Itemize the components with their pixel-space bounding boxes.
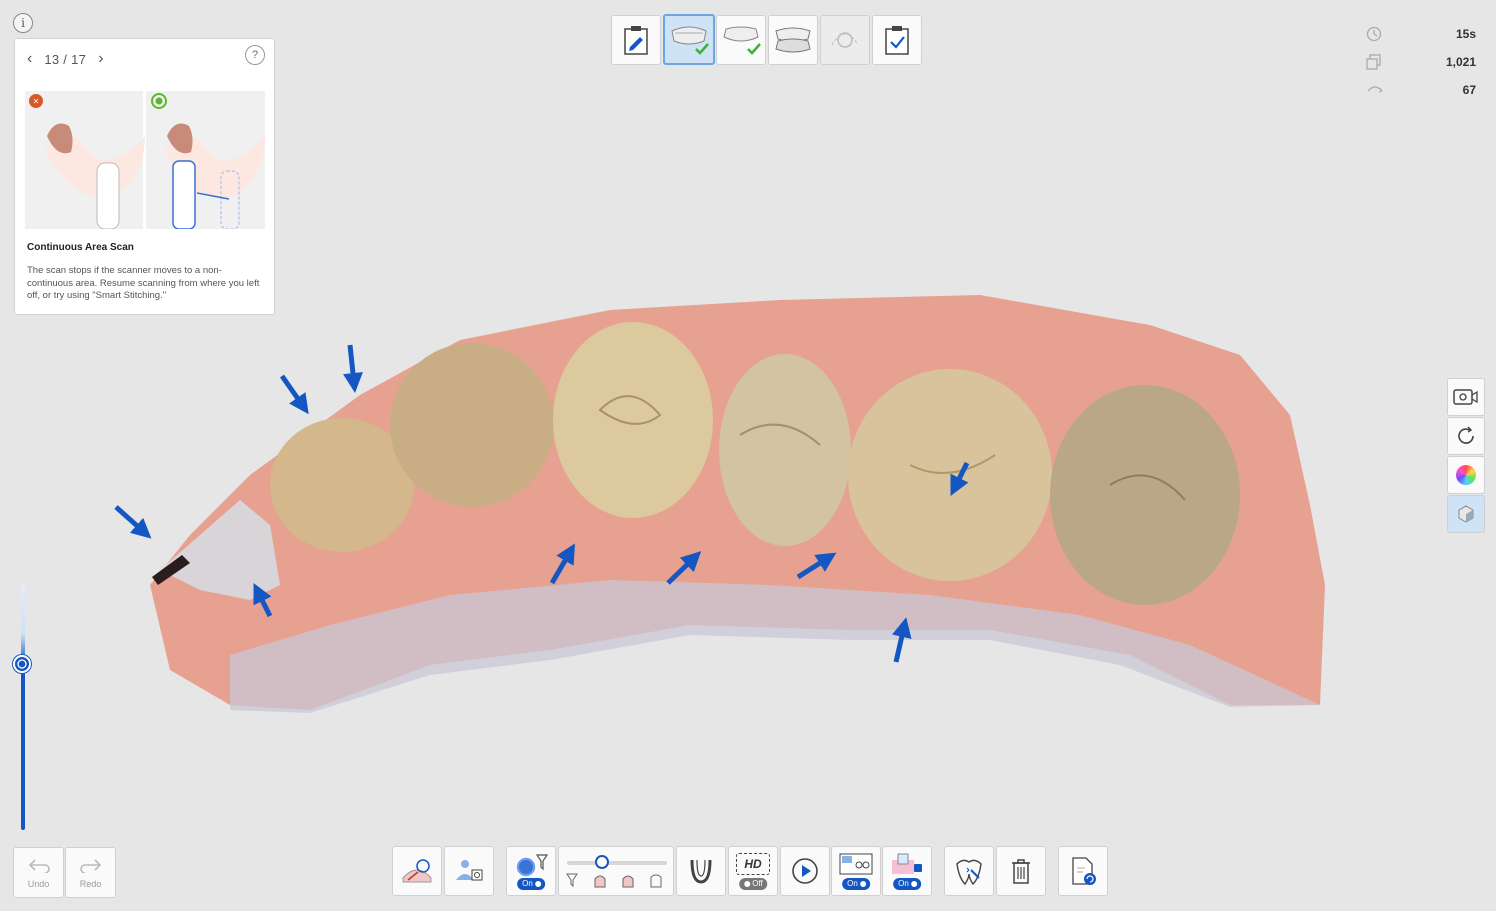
document-refresh-icon	[1072, 857, 1096, 885]
smart-filter-icon	[515, 854, 549, 878]
undo-icon	[28, 859, 50, 873]
filter-level-handle[interactable]	[595, 855, 609, 869]
trim-tooth-icon	[956, 859, 982, 886]
lock-area-icon	[402, 859, 432, 883]
undo-button[interactable]: Undo	[13, 847, 64, 898]
smart-filter-toggle[interactable]: On	[517, 878, 545, 890]
undo-label: Undo	[27, 879, 50, 889]
soft-tissue-filter-button[interactable]: On	[882, 846, 932, 896]
hd-mode-button[interactable]: HD Off	[728, 846, 778, 896]
depth-slider-handle[interactable]	[13, 655, 31, 673]
delete-button[interactable]	[996, 846, 1046, 896]
redo-icon	[79, 859, 101, 873]
redo-label: Redo	[79, 879, 102, 889]
color-wheel-icon	[1456, 465, 1476, 485]
lock-area-button[interactable]	[392, 846, 442, 896]
rotate-icon	[1458, 426, 1474, 444]
reset-view-button[interactable]	[1447, 417, 1485, 455]
arch-icon	[690, 859, 712, 884]
smart-filter-button[interactable]: On	[506, 846, 556, 896]
filter-level-track[interactable]	[567, 861, 667, 865]
arrow-icon	[549, 543, 576, 585]
arrow-icon	[666, 551, 702, 585]
arrow-icon	[343, 344, 363, 393]
aperture-icon	[17, 659, 27, 669]
arrow-icon	[950, 461, 970, 496]
cube-icon	[1458, 505, 1474, 523]
soft-tissue-lock-icon	[892, 853, 922, 874]
color-mode-button[interactable]	[1447, 456, 1485, 494]
scan-view-icon	[839, 853, 873, 875]
arrow-icon	[253, 583, 273, 618]
soft-tissue-toggle[interactable]: On	[893, 878, 921, 890]
redo-button[interactable]: Redo	[65, 847, 116, 898]
video-camera-icon	[1453, 389, 1478, 405]
trim-button[interactable]	[944, 846, 994, 896]
arrow-icon	[892, 617, 912, 663]
play-button[interactable]	[780, 846, 830, 896]
hd-icon: HD	[736, 853, 770, 875]
arrow-icon	[114, 505, 152, 539]
record-video-button[interactable]	[1447, 378, 1485, 416]
arrow-icon	[279, 374, 309, 415]
filter-level-icons	[566, 873, 662, 888]
trash-icon	[1012, 859, 1030, 884]
play-icon	[792, 858, 818, 884]
arrow-icon	[796, 552, 837, 580]
scan-filter-icon	[456, 860, 483, 881]
texture-mode-button[interactable]	[1447, 495, 1485, 533]
scan-view-toggle[interactable]: On	[842, 878, 870, 890]
depth-slider[interactable]	[21, 585, 25, 830]
arch-mode-button[interactable]	[676, 846, 726, 896]
scan-view-button[interactable]: On	[831, 846, 881, 896]
scan-filter-button[interactable]	[444, 846, 494, 896]
export-report-button[interactable]	[1058, 846, 1108, 896]
hd-toggle[interactable]: Off	[739, 878, 767, 890]
filter-level-control[interactable]	[558, 846, 674, 896]
scan-gap-arrows	[114, 344, 970, 663]
